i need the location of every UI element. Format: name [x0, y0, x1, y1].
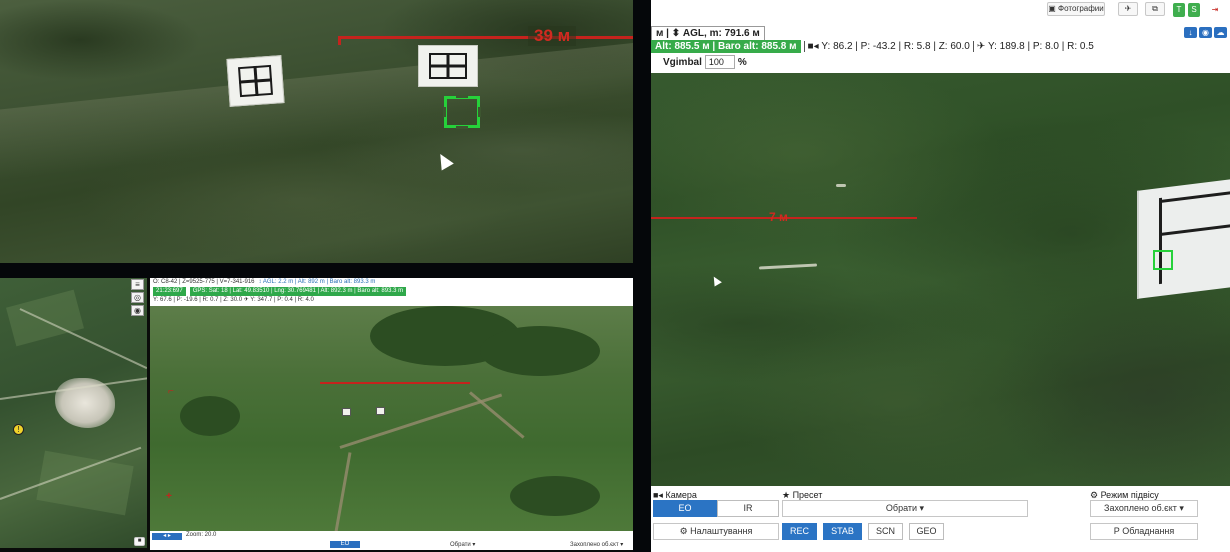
tab-eo[interactable]: EO	[653, 500, 717, 517]
tag-s[interactable]: S	[1188, 3, 1200, 17]
camera-icon: ■◂	[653, 490, 666, 500]
drone-position-marker[interactable]: !	[13, 424, 24, 435]
altitude-row: м | ⬍ AGL, m: 791.6 м	[651, 26, 765, 41]
satellite-map[interactable]: !	[0, 278, 147, 548]
download-icon[interactable]: ↓	[1184, 27, 1197, 38]
settings-button[interactable]: ⚙ Налаштування	[653, 523, 779, 540]
agl-readout: м | ⬍ AGL, m: 791.6 м	[651, 26, 765, 41]
logout-icon[interactable]: ⇥	[1207, 3, 1223, 17]
star-icon: ★	[782, 490, 793, 500]
tracking-reticle	[443, 95, 481, 129]
target-icon[interactable]: ◎	[131, 292, 144, 303]
geo-button[interactable]: GEO	[909, 523, 944, 540]
range-line	[338, 36, 633, 45]
map-toolbar: ≡ ◎ ◉	[131, 279, 145, 316]
drone-icon[interactable]: ✈	[1118, 2, 1138, 16]
gear-icon: ⚙	[679, 526, 691, 536]
mini-target-right	[376, 407, 385, 415]
eye-icon[interactable]: ◉	[131, 305, 144, 316]
cloud-icon[interactable]: ☁	[1214, 27, 1227, 38]
layers-icon[interactable]: ≡	[131, 279, 144, 290]
mini-attitude: Y: 67.6 | P: -19.6 | R: 0.7 | Z: 30.0 ✈ …	[153, 297, 314, 303]
altitude-badge: Alt: 885.5 м | Baro alt: 885.8 м	[651, 40, 801, 53]
ground-control-panel: ▣ Фотографии ✈ ⧉ T S ⇥ м | ⬍ AGL, m: 791…	[651, 0, 1230, 552]
mini-controls: ◂ ▸ Zoom: 20.0 EO Обрати ▾ Захоплено об.…	[150, 531, 633, 550]
eye-icon[interactable]: ◉	[1199, 27, 1212, 38]
mini-status-line-1: O: C8-42 | Z=9525-775 | V=7-341-916 ↕ AGL…	[153, 279, 376, 285]
frame-divider	[0, 263, 633, 278]
tag-t[interactable]: T	[1173, 3, 1185, 17]
aircraft-attitude: Y: 189.8 | P: 8.0 | R: 0.5	[988, 41, 1094, 52]
preset-select[interactable]: Обрати ▾	[782, 500, 1028, 517]
range-label: 7 м	[769, 210, 788, 224]
camera-icon[interactable]: ■	[134, 537, 145, 546]
gimbal-speed-input[interactable]: 100	[704, 55, 735, 69]
zoomed-video-feed[interactable]: 39 м	[0, 0, 633, 263]
windows-icon[interactable]: ⧉	[1145, 2, 1165, 16]
rec-button[interactable]: REC	[782, 523, 817, 540]
equipment-button[interactable]: Р Обладнання	[1090, 523, 1198, 540]
frame-divider	[633, 0, 651, 552]
tracking-reticle	[1153, 250, 1173, 270]
gimbal-icon: ⚙	[1090, 490, 1101, 500]
tab-ir[interactable]: IR	[717, 500, 779, 517]
range-label: 39 м	[528, 26, 577, 46]
mini-range-line	[320, 382, 470, 384]
photos-button[interactable]: ▣ Фотографии	[1047, 2, 1105, 16]
camera-attitude: Y: 86.2 | P: -43.2 | R: 5.8 | Z: 60.0	[821, 41, 970, 52]
mini-video-feed: ⌐ +	[150, 306, 633, 536]
mini-target-left	[342, 408, 351, 416]
mini-gcs-screenshot: O: C8-42 | Z=9525-775 | V=7-341-916 ↕ AGL…	[150, 278, 633, 550]
camera-icon: ■◂	[807, 41, 819, 52]
aircraft-icon: ✈	[976, 41, 986, 52]
target-board-left	[226, 55, 285, 107]
camera-control-panel: ■◂ Камера EO IR ★ Пресет Обрати ▾ ⚙ Режи…	[651, 486, 1230, 552]
stab-button[interactable]: STAB	[823, 523, 862, 540]
target-board-right	[418, 45, 478, 87]
main-video-feed[interactable]: 7 м	[651, 73, 1230, 486]
gimbal-mode-select[interactable]: Захоплено об.єкт ▾	[1090, 500, 1198, 517]
target-board	[1137, 179, 1230, 299]
telemetry-row: Alt: 885.5 м | Baro alt: 885.8 м ■◂ Y: 8…	[651, 40, 1094, 53]
gimbal-speed: Vgimbal 100 %	[663, 55, 747, 69]
image-icon: ▣	[1048, 4, 1056, 13]
screen: 39 м ! ≡ ◎ ◉ ■ O: C8-42 | Z=9525-775 | V…	[0, 0, 1230, 552]
mini-status-line-2: 21:23:697 GPS: Sat: 18 | Lat: 49.83510 | …	[150, 287, 633, 296]
scn-button[interactable]: SCN	[868, 523, 903, 540]
